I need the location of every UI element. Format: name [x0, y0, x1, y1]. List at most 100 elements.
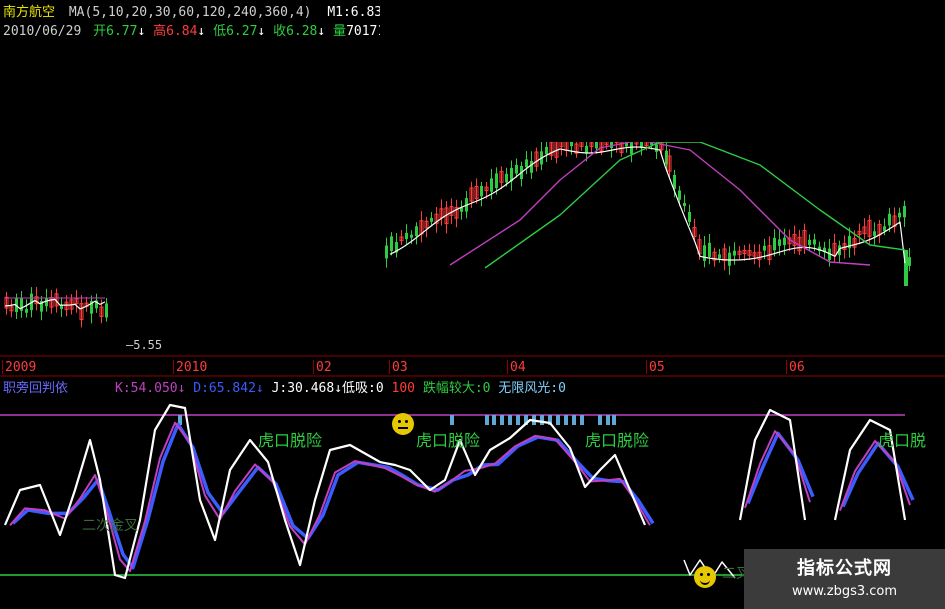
candle-body-down: [595, 142, 598, 149]
j-line: [3, 403, 647, 580]
candle-body-down: [655, 144, 658, 152]
candle-body-down: [530, 160, 533, 173]
candle-body-down: [773, 237, 776, 251]
candle-body-down: [813, 239, 816, 245]
time-axis-label: 03: [392, 360, 408, 375]
time-axis-tick: [173, 360, 174, 374]
time-axis-label: 02: [316, 360, 332, 375]
time-axis-label: 04: [510, 360, 526, 375]
candle-body-down: [545, 146, 548, 155]
watermark-url: www.zbgs3.com: [791, 584, 898, 599]
golden-cross-tag: 二次金叉: [82, 518, 138, 534]
candle-body-down: [678, 190, 681, 200]
candle-body-down: [898, 212, 901, 218]
time-axis-label: 2010: [176, 360, 208, 375]
sad-face-icon: [392, 413, 414, 435]
indicator-header: 职旁回判依: [3, 381, 68, 397]
time-axis-tick: [786, 360, 787, 374]
candle-body-down: [25, 309, 28, 313]
signal-tag-4: 虎口脱: [878, 431, 927, 450]
hundred-value: 100: [391, 381, 415, 396]
signal-bar: [572, 415, 576, 425]
candle-body-down: [105, 303, 108, 318]
time-axis-tick: [2, 360, 3, 374]
candle-body-down: [515, 164, 518, 174]
infinite-value: 无限风光:0: [498, 381, 566, 396]
candle-body-down: [883, 226, 886, 232]
time-axis-tick: [646, 360, 647, 374]
ma-line-white: [389, 146, 906, 264]
candle-body-down: [405, 232, 408, 240]
indicator-title: 职旁回判依: [3, 381, 69, 396]
candle-body-down: [733, 250, 736, 256]
candle-body-down: [415, 226, 418, 236]
watermark-title: 指标公式网: [797, 558, 892, 579]
price-chart[interactable]: [4, 0, 945, 328]
signal-bar: [540, 415, 544, 425]
signal-tag-3: 虎口脱险: [585, 431, 650, 450]
signal-bar: [485, 415, 489, 425]
candle-body-down: [480, 185, 483, 197]
candle-body-down: [688, 211, 691, 222]
candle-body-down: [60, 305, 63, 309]
candle-body-down: [410, 234, 413, 238]
low-price-marker: —5.55: [126, 338, 162, 352]
candle-body-down: [763, 245, 766, 251]
candle-body-down: [45, 298, 48, 307]
low-marker-value: 5.55: [133, 338, 163, 352]
candle-body-down: [570, 141, 573, 147]
low-buy-value: 低吸:0: [342, 381, 384, 396]
candle-body-down: [525, 159, 528, 168]
candle-body-down: [903, 206, 906, 218]
time-axis-tick: [389, 360, 390, 374]
time-axis-label: 06: [789, 360, 805, 375]
k-arrow-icon: ↓: [177, 381, 186, 396]
candle-body-down: [385, 245, 388, 259]
signal-bar: [612, 415, 616, 425]
signal-tag-2: 虎口脱险: [416, 431, 481, 450]
ma-line-purple: [449, 139, 871, 266]
candle-body-down: [505, 173, 508, 183]
time-axis-label: 2009: [5, 360, 37, 375]
signal-tag-1: 虎口脱险: [258, 431, 323, 450]
candle-body-down: [728, 252, 731, 266]
time-axis-tick: [507, 360, 508, 374]
candle-body-down: [873, 231, 876, 236]
candle-body-down: [703, 245, 706, 261]
signal-bar: [450, 415, 454, 425]
signal-bar: [564, 415, 568, 425]
candle-body-down: [430, 217, 433, 222]
candle-body-down: [683, 203, 686, 207]
signal-bar: [508, 415, 512, 425]
big-move-value: 跌幅较大:0: [422, 381, 491, 396]
chart-surface: [0, 0, 945, 580]
signal-bar: [580, 415, 584, 425]
candle-body-down: [908, 257, 911, 266]
d-line: [11, 422, 655, 570]
j-value: J:30.468: [271, 381, 335, 396]
candle-body-down: [778, 239, 781, 246]
signal-bar: [516, 415, 520, 425]
signal-bar: [556, 415, 560, 425]
indicator-values: K:54.050↓ D:65.842↓ J:30.468↓低吸:0 100 跌幅…: [115, 381, 566, 397]
signal-bar: [606, 415, 610, 425]
signal-bar: [500, 415, 504, 425]
signal-bar: [492, 415, 496, 425]
watermark: 指标公式网 www.zbgs3.com: [744, 549, 945, 609]
d-arrow-icon: ↓: [255, 381, 264, 396]
k-value: K:54.050: [115, 381, 178, 396]
candle-body-down: [495, 173, 498, 189]
signal-bar: [598, 415, 602, 425]
j-arrow-icon: ↓: [334, 381, 343, 396]
candle-body-down: [783, 237, 786, 246]
candle-body-down: [708, 242, 711, 257]
candle-body-down: [718, 254, 721, 259]
candle-body-down: [490, 178, 493, 192]
ma-line-green: [484, 141, 906, 269]
candle-body-down: [888, 213, 891, 226]
d-value: D:65.842: [193, 381, 256, 396]
candle-body-down: [390, 236, 393, 252]
time-axis-label: 05: [649, 360, 665, 375]
time-axis-tick: [313, 360, 314, 374]
chart-top-mask-2: [530, 0, 945, 142]
